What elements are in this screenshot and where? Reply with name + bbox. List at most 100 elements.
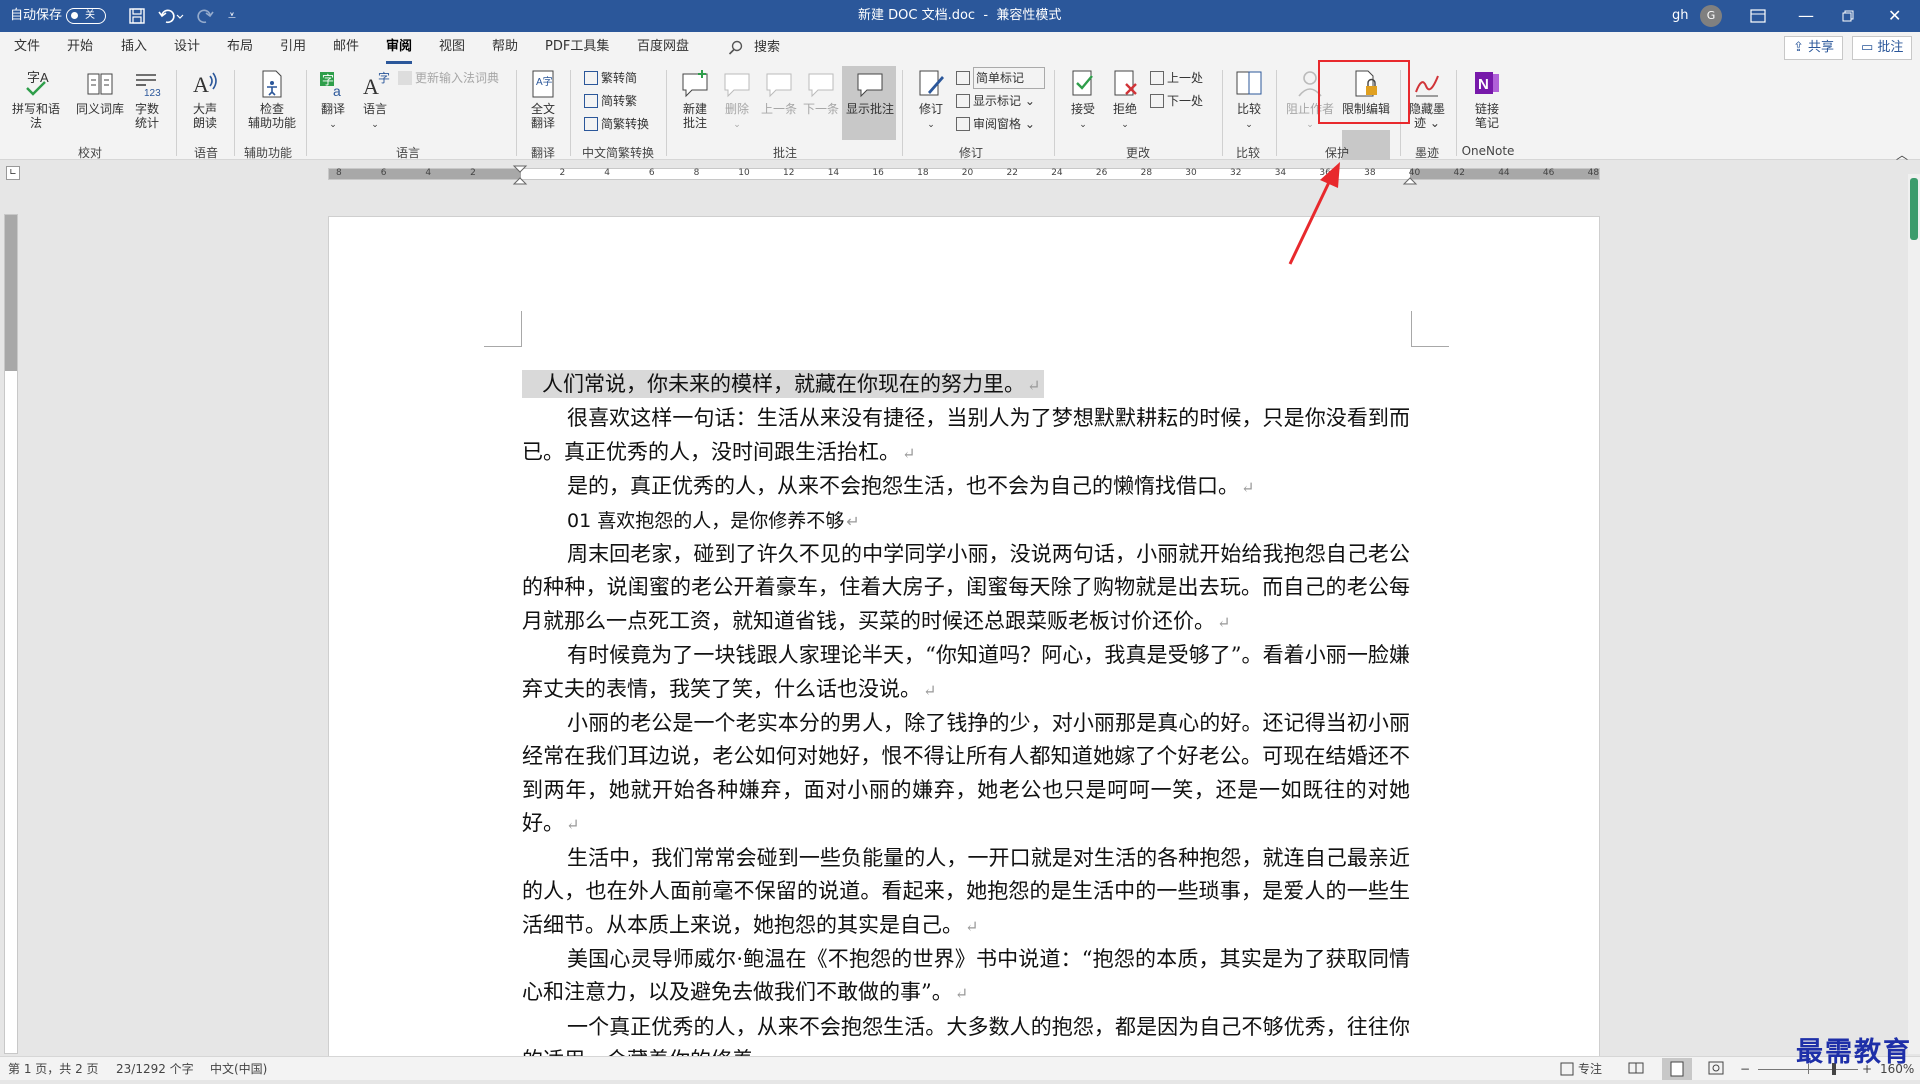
simplified-traditional-convert-button[interactable]: 简繁转换 [584,114,649,134]
tab-mailings[interactable]: 邮件 [333,32,359,64]
tab-help[interactable]: 帮助 [492,32,518,64]
ribbon-display-options-icon[interactable] [1750,0,1766,32]
traditional-to-simplified-button[interactable]: 繁转简 [584,68,637,88]
group-label-comments: 批注 [772,146,797,160]
ruler-number: 34 [1274,168,1287,178]
read-mode-icon[interactable] [1628,1061,1644,1077]
language-button[interactable]: A字 语言 ⌄ [354,68,396,132]
document-body[interactable]: 人们常说，你未来的模样，就藏在你现在的努力里。 ↵ 很喜欢这样一句话：生活从来没有… [522,368,1410,1079]
reject-button[interactable]: 拒绝 ⌄ [1104,68,1146,132]
redo-icon[interactable] [196,0,214,32]
tab-design[interactable]: 设计 [174,32,200,64]
hide-ink-icon [1415,75,1439,97]
compare-button[interactable]: 比较 ⌄ [1228,68,1270,132]
group-label-tracking: 修订 [958,146,983,160]
focus-mode-button[interactable]: 专注 [1560,1061,1602,1077]
language-status[interactable]: 中文(中国) [210,1061,267,1077]
thesaurus-button[interactable]: 同义词库 [74,68,126,116]
autosave-toggle[interactable]: 关 [66,8,107,24]
tab-view[interactable]: 视图 [439,32,465,64]
group-label-proofing: 校对 [77,146,102,160]
undo-icon[interactable] [158,0,184,32]
paragraph: 是的，真正优秀的人，从来不会抱怨生活，也不会为自己的懒惰找借口。 ↵ [567,474,1255,499]
next-comment-icon [808,73,834,98]
title-bar: 自动保存 关 ⩡ 新建 DOC 文档.doc - 兼容性模式 gh G — ✕ [0,0,1920,32]
translate-icon: 字a [320,72,341,99]
ruler-number: 2 [470,168,476,178]
tab-home[interactable]: 开始 [67,32,93,64]
close-icon[interactable]: ✕ [1888,0,1901,32]
next-comment-button[interactable]: 下一条 [800,68,842,116]
watermark-logo: 最需教育 [1796,1037,1912,1068]
tab-review[interactable]: 审阅 [386,32,413,64]
tab-layout[interactable]: 布局 [227,32,253,64]
ruler-number: 4 [604,168,610,178]
update-ime-dictionary-button[interactable]: 更新输入法词典 [398,68,499,88]
tell-me-search[interactable]: 搜索 [728,32,780,64]
customize-quick-access-icon[interactable]: ⩡ [228,0,236,32]
tab-references[interactable]: 引用 [280,32,306,64]
next-change-button[interactable]: 下一处 [1150,91,1203,111]
web-layout-icon[interactable] [1708,1061,1724,1077]
paragraph: 周末回老家，碰到了许久不见的中学同学小丽，没说两句话，小丽就开始给我抱怨自己老公… [522,542,1410,633]
vertical-ruler[interactable] [4,214,18,1054]
tab-file[interactable]: 文件 [14,32,40,64]
spelling-grammar-button[interactable]: 字A 拼写和语法 [10,68,62,130]
avatar[interactable]: G [1700,5,1722,27]
delete-comment-button[interactable]: 删除 ⌄ [716,68,758,132]
save-icon[interactable] [128,0,146,32]
previous-change-button[interactable]: 上一处 [1150,68,1203,88]
hide-ink-button[interactable]: 隐藏墨迹 ⌄ [1406,68,1448,130]
ruler-number: 36 [1319,168,1331,178]
status-bar: 第 1 页，共 2 页 23/1292 个字 中文(中国) 专注 − + 160… [0,1056,1920,1080]
indent-marker-icon[interactable] [512,164,528,192]
vertical-scrollbar[interactable] [1908,174,1920,1054]
linked-notes-button[interactable]: N 链接 笔记 [1466,68,1508,130]
zoom-out-button[interactable]: − [1740,1061,1750,1077]
tab-insert[interactable]: 插入 [121,32,147,64]
selected-heading-text[interactable]: 人们常说，你未来的模样，就藏在你现在的努力里。 ↵ [522,370,1045,398]
restore-icon[interactable] [1842,0,1854,32]
new-comment-button[interactable]: 新建 批注 [674,68,716,130]
ruler-number: 24 [1051,168,1063,178]
word-count[interactable]: 23/1292 个字 [116,1061,194,1077]
accessibility-icon [262,70,282,98]
user-name[interactable]: gh [1672,0,1689,32]
tab-selector-icon[interactable]: ∟ [6,166,20,180]
translate-button[interactable]: 字a 翻译 ⌄ [312,68,354,132]
comments-button[interactable]: ▭ 批注 [1852,36,1913,60]
reject-icon [1114,70,1137,96]
print-layout-icon[interactable] [1662,1058,1692,1080]
tab-pdf-tools[interactable]: PDF工具集 [545,32,609,64]
minimize-icon[interactable]: — [1798,0,1814,32]
section-heading: 01 喜欢抱怨的人，是你修养不够 ↵ [567,509,860,532]
ruler-number: 12 [783,168,795,178]
autosave-control[interactable]: 自动保存 关 [10,0,107,32]
track-changes-button[interactable]: 修订 ⌄ [910,68,952,132]
page-count[interactable]: 第 1 页，共 2 页 [8,1061,99,1077]
horizontal-ruler[interactable]: ∟ 8 6 4 2 2 4 6 8 10 12 14 16 18 20 22 24 26 28 30 32 34 36 38… [0,160,1920,186]
ruler-number: 8 [336,168,342,178]
group-label-language: 语言 [395,146,420,160]
show-comments-button[interactable]: 显示批注 [844,68,896,116]
accessibility-check-button[interactable]: 检查 辅助功能 [244,68,300,130]
reviewing-pane-button[interactable]: 审阅窗格 ⌄ [956,114,1035,134]
tab-baidu-netdisk[interactable]: 百度网盘 [637,32,689,64]
markup-display-select[interactable]: 简单标记 [956,67,1046,89]
show-markup-button[interactable]: 显示标记 ⌄ [956,91,1035,111]
ruler-number: 8 [693,168,700,178]
simplified-to-traditional-button[interactable]: 简转繁 [584,91,637,111]
read-aloud-button[interactable]: A 大声 朗读 [184,68,226,130]
previous-comment-button[interactable]: 上一条 [758,68,800,116]
right-indent-marker-icon[interactable] [1402,174,1418,188]
ruler-number: 6 [648,168,655,178]
ruler-number: 46 [1542,168,1555,178]
paragraph: 生活中，我们常常会碰到一些负能量的人，一开口就是对生活的各种抱怨，就连自己最亲近… [522,845,1410,937]
focus-icon [1560,1062,1574,1076]
word-count-button[interactable]: 123 字数 统计 [126,68,168,130]
scrollbar-thumb[interactable] [1910,178,1918,240]
translate-document-button[interactable]: A字 全文 翻译 [522,68,564,130]
paragraph: 美国心灵导师威尔·鲍温在《不抱怨的世界》书中说道：“抱怨的本质，其实是为了获取同… [522,946,1410,1005]
accept-button[interactable]: 接受 ⌄ [1062,68,1104,132]
share-button[interactable]: ⇪ 共享 [1784,36,1844,60]
